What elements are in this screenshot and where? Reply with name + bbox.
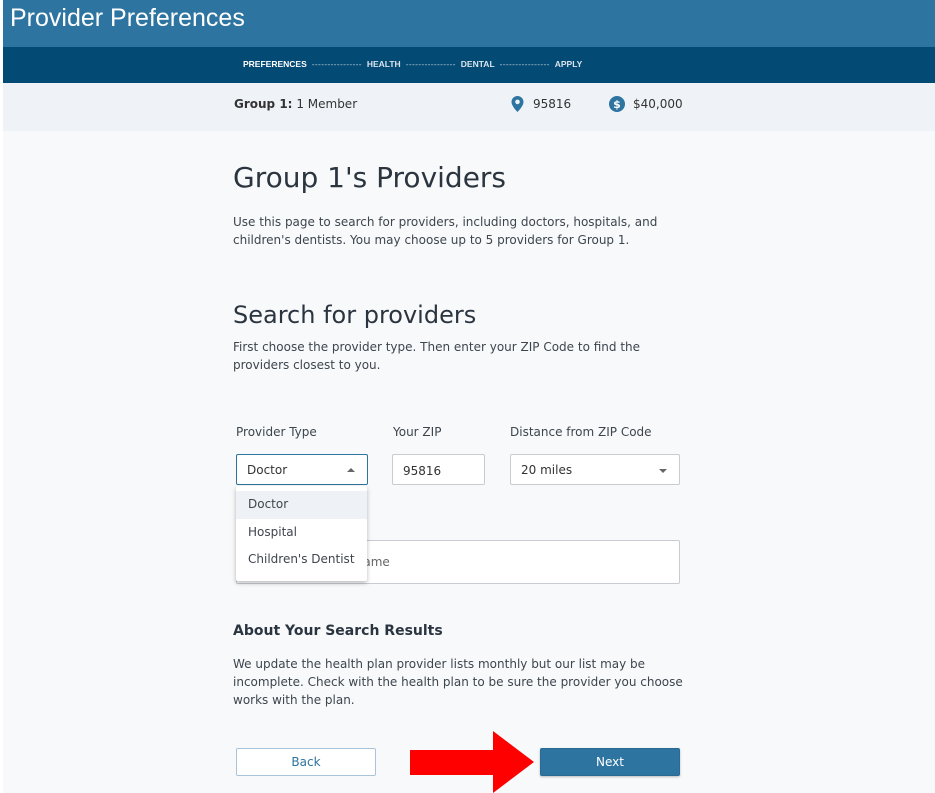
about-results-text: We update the health plan provider lists… [233,657,683,707]
title-bar: Provider Preferences [3,0,935,47]
group-info-bar: Group 1: 1 Member 95816 $ $40,000 [3,83,935,131]
step-separator: ---------------- [405,59,456,69]
step-separator: ---------------- [311,59,362,69]
group-zip: 95816 [511,96,571,112]
progress-steps: PREFERENCES ---------------- HEALTH ----… [243,59,582,69]
group-label: Group 1: [234,97,293,111]
group-members: 1 Member [296,97,358,111]
dropdown-option-hospital[interactable]: Hospital [236,519,367,547]
provider-type-label: Provider Type [236,425,317,439]
red-arrow-annotation [410,731,534,793]
back-button[interactable]: Back [236,748,376,776]
distance-value: 20 miles [521,462,573,477]
group-income: $ $40,000 [609,96,683,112]
provider-type-dropdown-menu: Doctor Hospital Children's Dentist [236,486,367,581]
arrow-shape [410,731,534,793]
search-description: First choose the provider type. Then ent… [233,340,641,372]
dollar-circle-icon: $ [609,96,625,112]
zip-input[interactable]: 95816 [392,454,485,485]
dropdown-option-childrens-dentist[interactable]: Children's Dentist [236,546,367,574]
chevron-up-icon [347,468,355,472]
chevron-down-icon [659,469,667,473]
group-summary: Group 1: 1 Member [234,97,357,111]
about-results-title: About Your Search Results [233,623,443,639]
progress-steps-bar: PREFERENCES ---------------- HEALTH ----… [3,47,935,83]
zip-value: 95816 [533,97,572,111]
intro-text: Use this page to search for providers, i… [233,215,658,247]
step-dental: DENTAL [460,59,495,69]
step-separator: ---------------- [499,59,550,69]
search-section-title: Search for providers [233,301,477,329]
distance-label: Distance from ZIP Code [510,425,652,439]
page-header-title: Provider Preferences [10,4,245,32]
page-title: Group 1's Providers [233,161,507,194]
dropdown-option-doctor[interactable]: Doctor [236,491,367,519]
map-pin-icon [511,96,524,112]
provider-type-value: Doctor [247,462,288,477]
next-button[interactable]: Next [540,748,680,776]
zip-label: Your ZIP [393,425,442,439]
distance-select[interactable]: 20 miles [510,454,680,485]
income-value: $40,000 [633,97,683,111]
step-preferences: PREFERENCES [243,59,307,69]
provider-type-select[interactable]: Doctor [236,454,368,485]
page: Provider Preferences PREFERENCES -------… [3,0,935,793]
step-health: HEALTH [366,59,401,69]
zip-input-value: 95816 [403,463,442,478]
step-apply: APPLY [554,59,583,69]
